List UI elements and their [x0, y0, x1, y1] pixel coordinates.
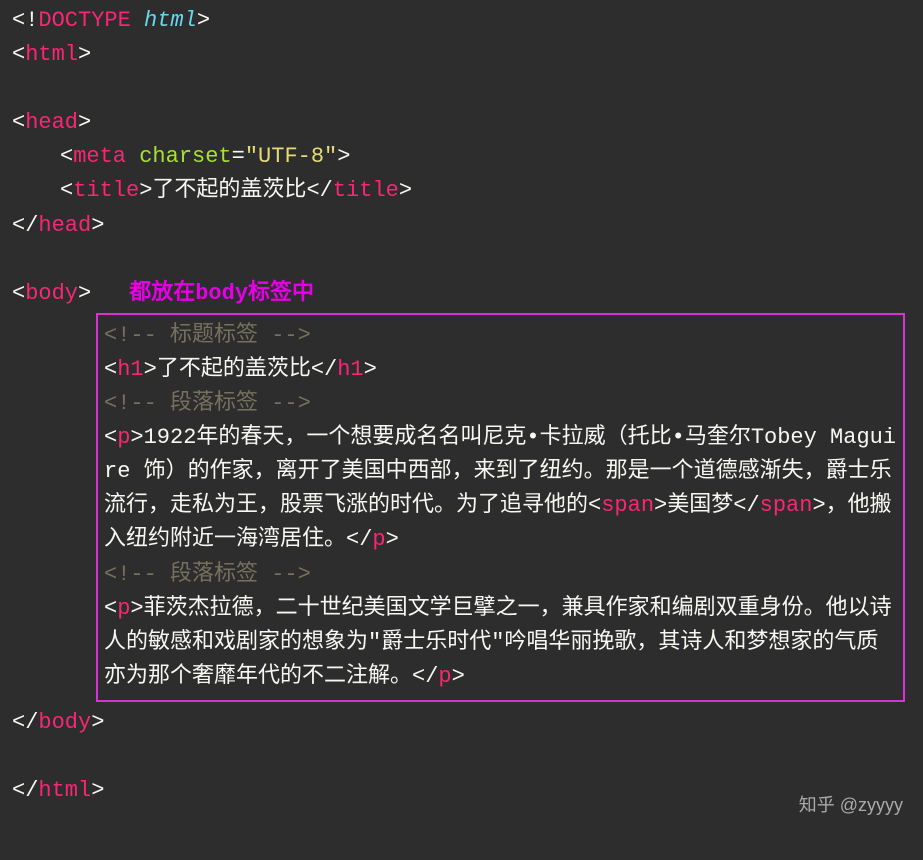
p1-line: <p>1922年的春天，一个想要成名名叫尼克•卡拉威（托比•马奎尔Tobey M…	[104, 421, 897, 557]
doctype-line: <!DOCTYPE html>	[12, 4, 911, 38]
comment-title: <!-- 标题标签 -->	[104, 319, 897, 353]
body-open: <body>	[12, 277, 91, 311]
annotation-text: 都放在body标签中	[129, 277, 314, 311]
html-open: <html>	[12, 38, 911, 72]
head-close: </head>	[12, 209, 911, 243]
html-close: </html>	[12, 774, 911, 808]
comment-para1: <!-- 段落标签 -->	[104, 387, 897, 421]
body-content-box: <!-- 标题标签 --> <h1>了不起的盖茨比</h1> <!-- 段落标签…	[96, 313, 905, 702]
comment-para2: <!-- 段落标签 -->	[104, 558, 897, 592]
watermark: 知乎 @zyyyy	[799, 792, 903, 820]
head-open: <head>	[12, 106, 911, 140]
h1-line: <h1>了不起的盖茨比</h1>	[104, 353, 897, 387]
title-line: <title>了不起的盖茨比</title>	[12, 174, 911, 208]
body-close: </body>	[12, 706, 911, 740]
p2-line: <p>菲茨杰拉德，二十世纪美国文学巨擘之一，兼具作家和编剧双重身份。他以诗人的敏…	[104, 592, 897, 694]
meta-line: <meta charset="UTF-8">	[12, 140, 911, 174]
